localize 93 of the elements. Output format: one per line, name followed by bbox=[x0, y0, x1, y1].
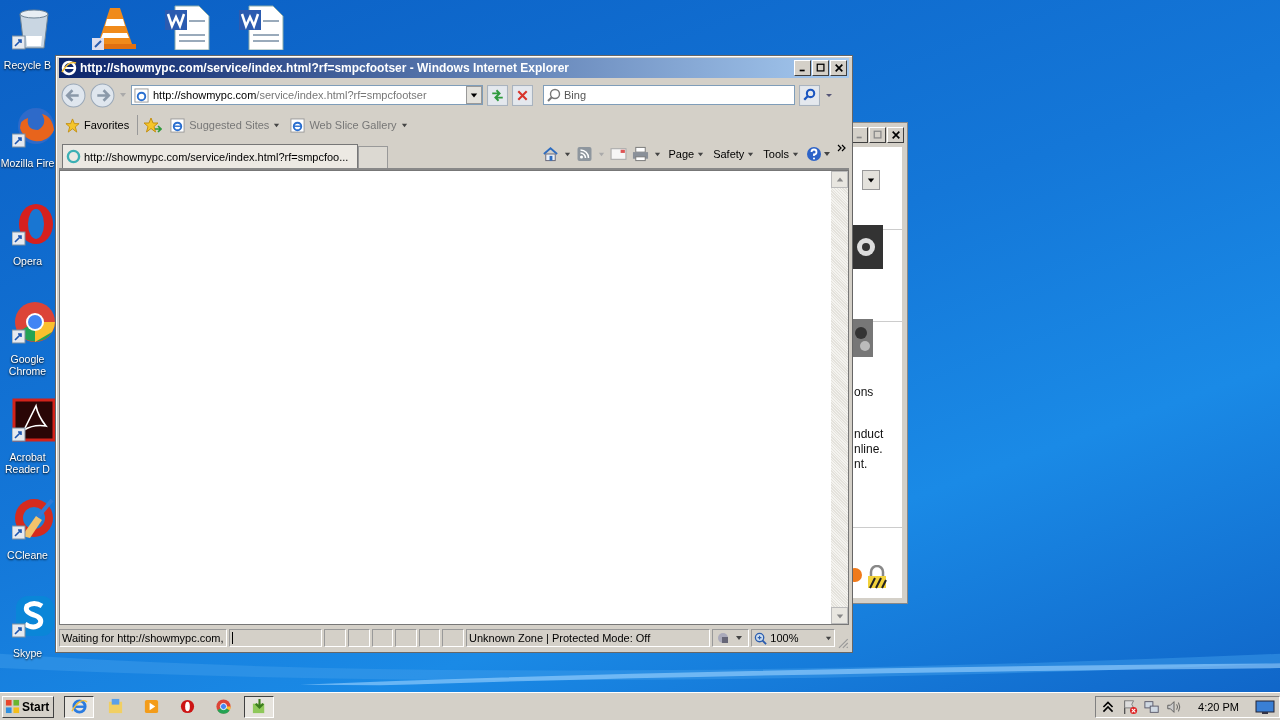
maximize-icon bbox=[872, 130, 883, 140]
play-icon bbox=[142, 698, 160, 715]
page-icon bbox=[290, 117, 306, 133]
caret-icon bbox=[825, 634, 833, 642]
caret-icon[interactable] bbox=[564, 150, 572, 158]
desktop-icon-label[interactable]: Opera bbox=[12, 255, 43, 267]
stop-button[interactable] bbox=[512, 84, 533, 106]
flag-alert-icon[interactable] bbox=[1122, 698, 1139, 715]
scroll-up-icon bbox=[835, 175, 844, 184]
page-icon bbox=[170, 117, 186, 133]
status-pane bbox=[348, 629, 370, 647]
desktop-icon-label[interactable]: Google Chrome bbox=[0, 353, 55, 377]
letter-o-icon bbox=[178, 698, 196, 715]
menu-button[interactable]: Page bbox=[666, 148, 707, 160]
caret-icon[interactable] bbox=[654, 150, 662, 158]
maximize-icon bbox=[815, 63, 826, 73]
document-icon[interactable] bbox=[165, 4, 211, 50]
show-desktop-icon[interactable] bbox=[1255, 698, 1275, 715]
zone-status: Unknown Zone | Protected Mode: Off bbox=[466, 629, 711, 647]
chrome-ball-icon[interactable] bbox=[11, 300, 56, 344]
desktop-icon-label[interactable]: Skype bbox=[12, 647, 43, 659]
browser-logo-icon bbox=[61, 60, 77, 76]
close-icon bbox=[833, 63, 844, 73]
dropdown-arrow-button[interactable] bbox=[862, 170, 880, 190]
printer-icon[interactable] bbox=[632, 146, 650, 162]
text-fragment: nt. bbox=[854, 457, 868, 471]
chrome-ball-icon bbox=[214, 698, 232, 715]
search-button[interactable] bbox=[799, 84, 820, 106]
refresh-button[interactable] bbox=[487, 84, 508, 106]
status-pane bbox=[371, 629, 394, 647]
status-pane bbox=[395, 629, 417, 647]
desktop-icon-label[interactable]: Recycle B bbox=[3, 59, 52, 71]
caret-icon bbox=[400, 121, 408, 129]
mail-icon[interactable] bbox=[610, 146, 628, 162]
letter-o-icon[interactable] bbox=[11, 202, 56, 246]
window-title: http://showmypc.com/service/index.html?rf=smpcfootser - Windows Internet Explorer bbox=[80, 61, 570, 75]
browser-taskbar-button[interactable] bbox=[64, 695, 95, 718]
help-button[interactable] bbox=[806, 146, 832, 162]
home-icon[interactable] bbox=[542, 146, 560, 162]
scrollbar[interactable] bbox=[831, 171, 848, 624]
zoom-button[interactable]: 100% bbox=[751, 629, 836, 647]
loading-icon bbox=[66, 149, 81, 164]
resize-grip-icon[interactable] bbox=[837, 637, 849, 649]
text-fragment: nline. bbox=[854, 442, 883, 456]
speaker-icon[interactable] bbox=[1166, 698, 1183, 715]
broom-icon[interactable] bbox=[11, 496, 56, 540]
close-button[interactable] bbox=[887, 127, 904, 143]
text-fragment: nduct bbox=[854, 427, 884, 441]
favorites-button[interactable]: Favorites bbox=[63, 117, 132, 133]
close-button[interactable] bbox=[830, 60, 847, 76]
menu-button[interactable]: Tools bbox=[761, 148, 801, 160]
gear-icon[interactable] bbox=[853, 225, 883, 269]
maximize-button[interactable] bbox=[812, 60, 829, 76]
search-icon bbox=[547, 88, 561, 102]
document-icon[interactable] bbox=[239, 4, 285, 50]
status-pane bbox=[418, 629, 441, 647]
caret-icon bbox=[273, 121, 281, 129]
chevron-icon[interactable] bbox=[837, 143, 847, 153]
skype-s-icon[interactable] bbox=[11, 594, 56, 638]
star-icon bbox=[65, 117, 80, 133]
text-fragment: ons bbox=[854, 385, 874, 399]
pdf-reader-icon[interactable] bbox=[11, 398, 56, 442]
status-pane bbox=[442, 629, 465, 647]
scroll-down-icon bbox=[835, 611, 844, 620]
dropdown-arrow-button[interactable] bbox=[466, 86, 482, 104]
status-pane bbox=[324, 629, 346, 647]
caret-icon bbox=[792, 150, 799, 158]
zoom-icon bbox=[754, 631, 768, 645]
feed-icon[interactable] bbox=[576, 146, 594, 162]
maximize-button[interactable] bbox=[869, 127, 886, 143]
search-field[interactable]: Bing bbox=[543, 85, 795, 105]
browser-tab[interactable]: http://showmypc.com/service/index.html?rf=smpcfoo... bbox=[62, 144, 358, 168]
caret-icon bbox=[470, 91, 478, 99]
search-input[interactable]: Bing bbox=[564, 89, 784, 101]
clock[interactable]: 4:20 PM bbox=[1198, 700, 1239, 713]
folder-icon bbox=[106, 698, 124, 715]
minimize-button[interactable] bbox=[794, 60, 811, 76]
padlock-icon bbox=[866, 565, 888, 589]
installer-taskbar-button[interactable] bbox=[244, 695, 275, 718]
desktop-icon-label[interactable]: Mozilla Fire bbox=[0, 157, 55, 169]
start-button[interactable]: Start bbox=[2, 695, 55, 718]
network-icon[interactable] bbox=[1144, 698, 1161, 715]
browser-logo-icon bbox=[70, 698, 88, 715]
desktop-icon-label[interactable]: Acrobat Reader D bbox=[0, 451, 55, 475]
caret-icon bbox=[867, 176, 875, 184]
security-button[interactable] bbox=[712, 629, 750, 647]
status-text: Waiting for http://showmypc.com, bbox=[59, 629, 227, 647]
close-icon bbox=[890, 130, 901, 140]
caret-icon bbox=[747, 150, 755, 158]
menu-button[interactable]: Safety bbox=[711, 148, 757, 160]
desktop-icon-label[interactable]: CCleane bbox=[7, 549, 48, 561]
windows-logo-icon bbox=[5, 699, 20, 714]
caret-icon bbox=[697, 150, 705, 158]
